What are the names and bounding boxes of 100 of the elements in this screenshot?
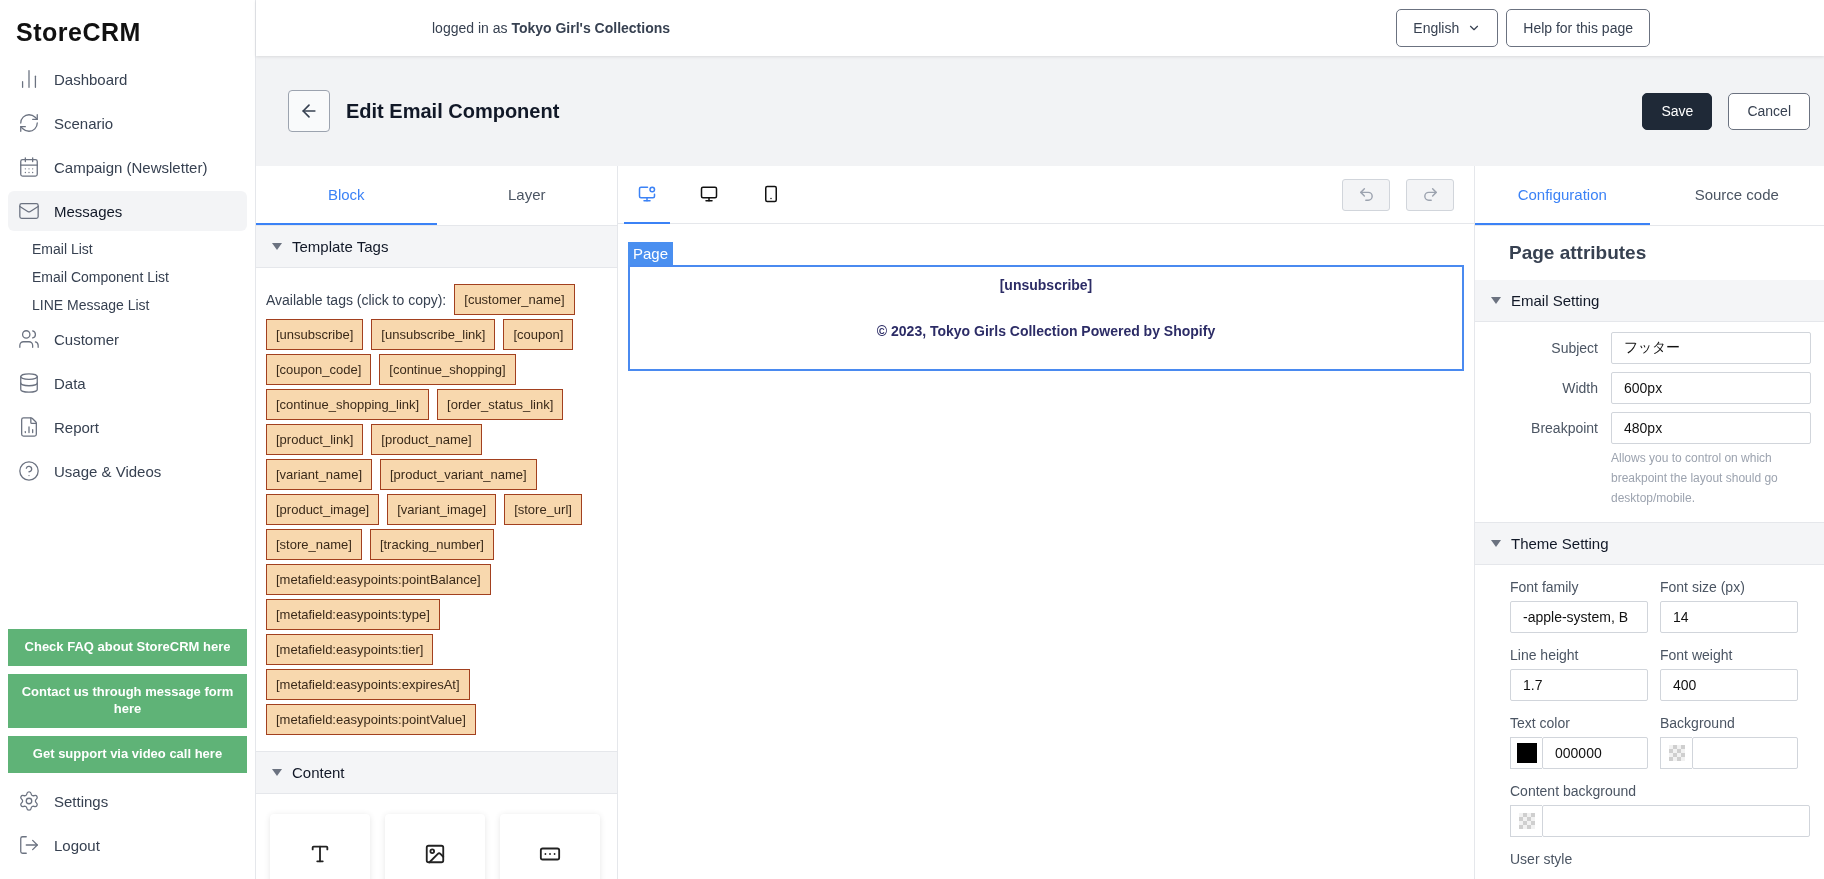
template-tag[interactable]: [metafield:easypoints:tier] bbox=[266, 634, 434, 665]
caret-icon[interactable] bbox=[1491, 540, 1501, 547]
image-icon bbox=[424, 843, 446, 865]
template-tag[interactable]: [metafield:easypoints:pointValue] bbox=[266, 704, 476, 735]
sidebar-item[interactable]: Usage & Videos bbox=[8, 451, 247, 491]
save-button[interactable]: Save bbox=[1642, 92, 1713, 130]
color-input[interactable]: 000000 bbox=[1542, 737, 1648, 769]
sidebar-item[interactable]: Settings bbox=[8, 781, 247, 821]
page-title: Edit Email Component bbox=[346, 99, 560, 123]
template-tag[interactable]: [unsubscribe] bbox=[266, 319, 364, 350]
sidebar-item[interactable]: Customer bbox=[8, 319, 247, 359]
help-button[interactable]: Help for this page bbox=[1506, 9, 1650, 47]
block-tile[interactable] bbox=[385, 814, 485, 879]
text-input[interactable]: 600px bbox=[1611, 372, 1811, 404]
sidebar-subitem[interactable]: Email List bbox=[8, 235, 247, 263]
page-label: Page bbox=[628, 242, 674, 265]
transparent-icon bbox=[1518, 813, 1535, 829]
color-swatch[interactable] bbox=[1660, 737, 1692, 769]
template-tag[interactable]: [store_name] bbox=[266, 529, 362, 560]
text-input[interactable]: 400 bbox=[1660, 669, 1798, 701]
logout-icon bbox=[18, 834, 40, 856]
field-label: User style bbox=[1510, 851, 1574, 867]
text-input[interactable]: 14 bbox=[1660, 601, 1798, 633]
template-tag[interactable]: [continue_shopping_link] bbox=[266, 389, 430, 420]
template-tag[interactable]: [customer_name] bbox=[454, 284, 575, 315]
email-page[interactable]: [unsubscribe] © 2023, Tokyo Girls Collection Powered by Shopify bbox=[628, 265, 1464, 371]
field-label: Breakpoint bbox=[1530, 419, 1598, 438]
sidebar-item[interactable]: Messages bbox=[8, 191, 247, 231]
text-icon bbox=[309, 843, 331, 865]
template-tag[interactable]: [product_image] bbox=[266, 494, 380, 525]
section-header[interactable]: Theme Setting bbox=[1475, 523, 1824, 565]
text-input[interactable]: -apple-system, B bbox=[1510, 601, 1648, 633]
app-logo: StoreCRM bbox=[15, 17, 142, 48]
color-swatch[interactable] bbox=[1510, 737, 1542, 769]
template-tag[interactable]: [store_url] bbox=[504, 494, 582, 525]
sidebar-item-label: Customer bbox=[54, 330, 120, 348]
section-title: Content bbox=[292, 764, 345, 781]
sidebar-item[interactable]: Scenario bbox=[8, 103, 247, 143]
panel-heading: Page attributes bbox=[1508, 241, 1648, 265]
panel-tab[interactable]: Source code bbox=[1649, 166, 1824, 225]
field-label: Font family bbox=[1510, 579, 1580, 595]
sidebar-item-label: Report bbox=[54, 418, 100, 436]
sidebar-item-label: Data bbox=[54, 374, 86, 392]
template-tag[interactable]: [metafield:easypoints:expiresAt] bbox=[266, 669, 470, 700]
panel-tab[interactable]: Layer bbox=[436, 166, 617, 225]
template-tag[interactable]: [tracking_number] bbox=[369, 529, 494, 560]
text-input[interactable]: 480px bbox=[1611, 412, 1811, 444]
sidebar-subitem[interactable]: Email Component List bbox=[8, 263, 247, 291]
template-tag[interactable]: [product_name] bbox=[371, 424, 482, 455]
section-header[interactable]: Content bbox=[256, 752, 617, 794]
sidebar-subitem[interactable]: LINE Message List bbox=[8, 291, 247, 319]
template-tag[interactable]: [product_link] bbox=[266, 424, 364, 455]
database-icon bbox=[18, 372, 40, 394]
sidebar-item-label: Messages bbox=[54, 202, 123, 220]
template-tag[interactable]: [coupon_code] bbox=[266, 354, 372, 385]
color-swatch[interactable] bbox=[1510, 805, 1542, 837]
email-text: [unsubscribe] bbox=[999, 277, 1093, 293]
template-tag[interactable]: [metafield:easypoints:type] bbox=[266, 599, 440, 630]
template-tag[interactable]: [variant_name] bbox=[266, 459, 372, 490]
users-icon bbox=[18, 328, 40, 350]
caret-icon[interactable] bbox=[272, 243, 282, 250]
sidebar-item[interactable]: Campaign (Newsletter) bbox=[8, 147, 247, 187]
desktop-icon bbox=[700, 184, 718, 203]
login-status: logged in as Tokyo Girl's Collections bbox=[432, 20, 671, 36]
sidebar-item[interactable]: Report bbox=[8, 407, 247, 447]
template-tag[interactable]: [coupon] bbox=[503, 319, 574, 350]
caret-icon[interactable] bbox=[272, 769, 282, 776]
panel-tab[interactable]: Configuration bbox=[1475, 166, 1650, 225]
undo-icon bbox=[1357, 186, 1375, 203]
template-tag[interactable]: [metafield:easypoints:pointBalance] bbox=[266, 564, 491, 595]
phone-icon bbox=[762, 184, 780, 203]
mail-icon bbox=[18, 200, 40, 222]
cancel-button[interactable]: Cancel bbox=[1728, 92, 1810, 130]
template-tag[interactable]: [variant_image] bbox=[387, 494, 497, 525]
sidebar-item-label: Usage & Videos bbox=[54, 462, 162, 480]
template-tag[interactable]: [continue_shopping] bbox=[379, 354, 516, 385]
language-select[interactable]: English bbox=[1396, 9, 1499, 47]
template-tag[interactable]: [product_variant_name] bbox=[380, 459, 537, 490]
caret-icon[interactable] bbox=[1491, 297, 1501, 304]
section-title: Template Tags bbox=[292, 238, 389, 255]
field-label: Font weight bbox=[1660, 647, 1734, 663]
back-button[interactable] bbox=[288, 90, 330, 132]
monitor-icon bbox=[638, 184, 656, 203]
block-tile[interactable] bbox=[500, 814, 600, 879]
sidebar-item[interactable]: Data bbox=[8, 363, 247, 403]
section-header[interactable]: Template Tags bbox=[256, 226, 617, 268]
sidebar-item[interactable]: Logout bbox=[8, 825, 247, 865]
field-label: Content background bbox=[1510, 783, 1638, 799]
template-tag[interactable]: [order_status_link] bbox=[437, 389, 564, 420]
text-input[interactable]: 1.7 bbox=[1510, 669, 1648, 701]
section-title: Theme Setting bbox=[1511, 535, 1609, 552]
email-text: © 2023, Tokyo Girls Collection Powered by Shopify bbox=[876, 323, 1216, 339]
redo-icon bbox=[1421, 186, 1439, 203]
color-input[interactable] bbox=[1692, 737, 1798, 769]
section-header[interactable]: Email Setting bbox=[1475, 280, 1824, 322]
block-tile[interactable] bbox=[270, 814, 370, 879]
sidebar-item[interactable]: Dashboard bbox=[8, 59, 247, 99]
text-input[interactable]: フッター bbox=[1611, 332, 1811, 364]
color-input[interactable] bbox=[1542, 805, 1810, 837]
template-tag[interactable]: [unsubscribe_link] bbox=[371, 319, 496, 350]
